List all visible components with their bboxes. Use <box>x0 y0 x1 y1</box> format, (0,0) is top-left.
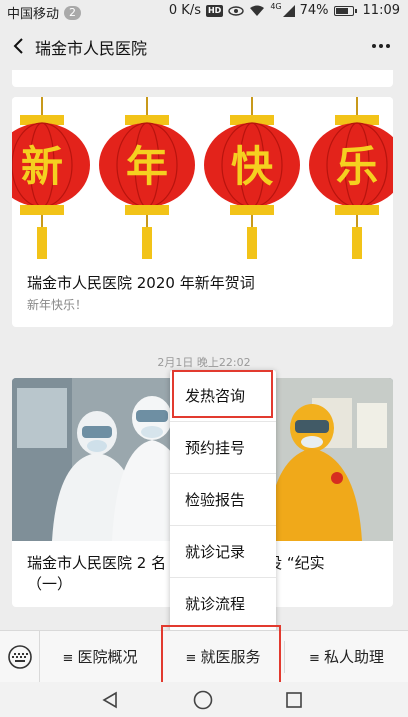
clock: 11:09 <box>362 3 400 18</box>
lantern-banner-image: 新年快乐 <box>12 97 393 260</box>
keyboard-toggle-button[interactable] <box>0 631 40 683</box>
back-triangle-icon[interactable] <box>101 691 119 709</box>
signal-icon <box>282 4 295 17</box>
eye-icon <box>228 5 245 16</box>
menu-hospital-overview[interactable]: ≡ 医院概况 <box>40 631 160 683</box>
network-type: 4G <box>270 2 282 11</box>
back-arrow-icon[interactable] <box>9 36 29 56</box>
menu-item-visit-process[interactable]: 就诊流程 <box>170 578 276 630</box>
battery-percent: 74% <box>299 3 329 18</box>
battery-icon <box>333 5 357 16</box>
previous-article-card[interactable] <box>12 70 393 87</box>
lantern-char: 乐 <box>336 142 378 191</box>
keyboard-icon <box>8 645 32 669</box>
carrier-label: 中国移动 <box>7 7 60 22</box>
recents-square-icon[interactable] <box>285 691 303 709</box>
lantern: 年 <box>99 97 195 259</box>
menu-lines-icon: ≡ <box>309 651 320 666</box>
lantern-char: 快 <box>231 142 274 191</box>
lantern: 新 <box>12 97 90 259</box>
hd-icon: HD <box>205 4 224 17</box>
menu-lines-icon: ≡ <box>62 651 74 666</box>
highlight-fever-consult <box>172 370 273 418</box>
article-card-new-year[interactable]: 新 年 快 乐 瑞金市人民医院 2020 年新年贺词 新年快乐！ <box>12 97 393 327</box>
menu-personal-assistant[interactable]: ≡ 私人助理 <box>285 631 408 683</box>
page-title: 瑞金市人民医院 <box>35 39 148 58</box>
more-dots-icon[interactable] <box>372 37 392 55</box>
lantern-char: 年 <box>126 142 168 191</box>
article-subtitle: 新年快乐！ <box>27 298 88 312</box>
menu-item-visit-record[interactable]: 就诊记录 <box>170 526 276 578</box>
lantern-char: 新 <box>21 142 63 191</box>
nav-bar: 瑞金市人民医院 <box>0 22 408 70</box>
menu-item-appointment[interactable]: 预约挂号 <box>170 422 276 474</box>
lantern: 乐 <box>309 97 393 259</box>
menu-item-lab-report[interactable]: 检验报告 <box>170 474 276 526</box>
network-speed: 0 K/s <box>168 3 201 18</box>
notification-count-badge: 2 <box>64 5 82 20</box>
system-nav-bar <box>0 682 408 717</box>
home-circle-icon[interactable] <box>193 690 213 710</box>
wifi-icon <box>250 5 265 16</box>
status-bar: 中国移动 2 0 K/s HD 4G 74% 11:09 <box>0 0 408 22</box>
lantern: 快 <box>204 97 300 259</box>
message-timestamp: 2月1日 晚上22:02 <box>157 356 251 369</box>
highlight-medical-service <box>161 625 281 685</box>
article-title: 瑞金市人民医院 2020 年新年贺词 <box>27 274 255 292</box>
